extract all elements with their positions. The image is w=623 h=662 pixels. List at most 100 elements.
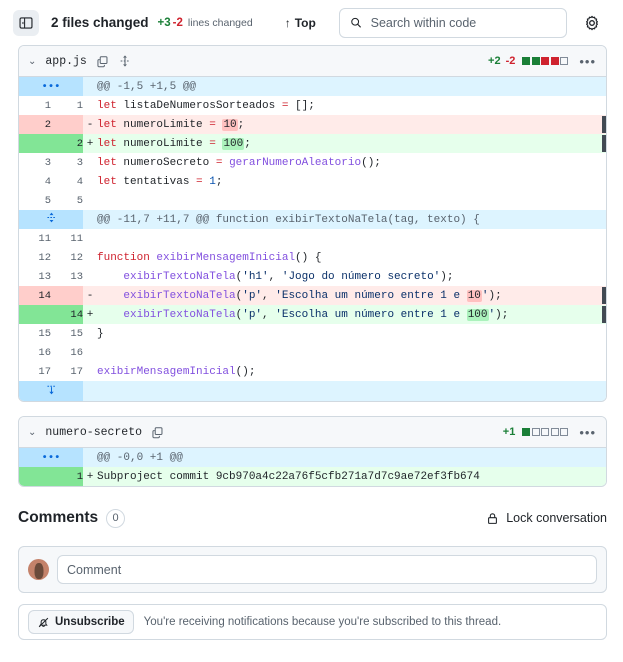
code-token: 'p' [242,289,263,302]
code-token: gerarNumeroAleatorio [229,156,362,169]
code-token: ); [440,270,454,283]
top-label: Top [294,15,316,30]
word-diff-removed: 10 [466,289,482,302]
notification-bar: Unsubscribe You're receiving notificatio… [18,604,607,640]
code-token: exibirMensagemInicial [97,365,236,378]
back-to-top-link[interactable]: ↑ Top [285,16,316,30]
diff-line-row[interactable]: 3 3 let numeroSecreto = gerarNumeroAleator… [19,153,606,172]
expand-down-body [83,381,606,401]
code-token: tentativas [116,175,197,188]
sidebar-toggle-button[interactable] [13,9,39,36]
comment-input[interactable] [57,555,597,584]
expand-down-button[interactable] [19,381,83,401]
code-token: , [268,270,282,283]
top-toolbar: 2 files changed +3 -2 lines changed ↑ To… [0,0,623,45]
line-number-old: 15 [19,324,51,343]
diff-line-row[interactable]: 1 1 let listaDeNumerosSorteados = []; [19,96,606,115]
code-token: let [97,175,117,188]
hunk-expand-button[interactable]: ••• [19,77,83,96]
hunk-header-text: @@ -11,7 +11,7 @@ function exibirTextoNa… [97,210,606,229]
diff-line-row[interactable]: 2 - let numeroLimite = 10; [19,115,606,134]
diff-line-row[interactable]: 11 11 [19,229,606,248]
collapse-chevron-icon[interactable]: ⌄ [28,56,36,67]
code-cell [97,191,606,210]
settings-button[interactable] [581,12,603,34]
code-token: numeroSecreto [116,156,216,169]
line-number-new: 2 [51,134,83,153]
diff-stat-square [522,428,531,436]
line-number-new: 16 [51,343,83,362]
comment-composer [18,546,607,593]
diff-line-row[interactable]: 4 4 let tentativas = 1; [19,172,606,191]
diff-line-row[interactable]: 14 + exibirTextoNaTela('p', 'Escolha um n… [19,305,606,324]
code-cell: let numeroSecreto = gerarNumeroAleatorio… [97,153,606,172]
diff-sign [83,172,97,191]
file-stats: +2 -2 ••• [488,54,596,69]
file-menu-button[interactable]: ••• [579,54,596,69]
expand-down-row[interactable] [19,381,606,401]
line-number-old: 12 [19,248,51,267]
gear-icon [585,15,598,30]
hunk-sign [83,448,97,467]
diff-stat-square [541,57,550,65]
unsubscribe-button[interactable]: Unsubscribe [28,610,134,634]
hunk-expand-button[interactable] [19,210,83,229]
file-menu-button[interactable]: ••• [579,425,596,440]
lock-conversation-button[interactable]: Lock conversation [486,511,607,525]
file-name: numero-secreto [45,425,143,439]
copy-path-button[interactable] [151,426,164,439]
word-diff-added: 100 [466,308,489,321]
line-number-old [19,305,51,324]
diff-sign [83,343,97,362]
search-box[interactable] [338,7,567,38]
line-number-old [19,134,51,153]
diff-line-row[interactable]: 13 13 exibirTextoNaTela('h1', 'Jogo do nú… [19,267,606,286]
diff-table: ••• @@ -0,0 +1 @@ 1 + Subproject commit 9cb9… [19,448,606,486]
code-token: []; [288,99,315,112]
line-number-old: 11 [19,229,51,248]
diff-line-row[interactable]: 1 + Subproject commit 9cb970a4c22a76f5cfb2… [19,467,606,486]
file-additions: +2 [488,55,501,67]
copy-icon [152,426,163,438]
code-token: } [97,327,104,340]
add-comment-marker[interactable] [602,135,606,152]
line-number-new: 5 [51,191,83,210]
diff-line-row[interactable]: 55 [19,191,606,210]
diff-sign [83,324,97,343]
expand-all-button[interactable] [118,54,132,68]
diff-line-row[interactable]: 14 - exibirTextoNaTela('p', 'Escolha um n… [19,286,606,305]
diff-body: ••• @@ -0,0 +1 @@ 1 + Subproject commit 9cb9… [19,448,606,486]
diff-line-row[interactable]: 12 12 function exibirMensagemInicial() { [19,248,606,267]
diff-line-row[interactable]: 2 + let numeroLimite = 100; [19,134,606,153]
collapse-chevron-icon[interactable]: ⌄ [28,427,36,438]
comments-header: Comments 0 Lock conversation [18,501,607,535]
code-token: ' [481,289,489,302]
diff-sign: + [83,305,97,324]
diff-sign [83,362,97,381]
hunk-expand-button[interactable]: ••• [19,448,83,467]
copy-path-button[interactable] [96,55,109,68]
file-card-app-js: ⌄ app.js +2 -2 ••• ••• @@ -1,5 +1,5 @@ 1 1 l… [18,45,607,402]
code-token: Subproject commit 9cb970a4c22a76f5cfb271… [97,470,480,483]
line-number-new: 14 [51,305,83,324]
line-number-new: 12 [51,248,83,267]
arrow-up-icon: ↑ [284,15,291,30]
add-comment-marker[interactable] [602,287,606,304]
diff-sign: + [83,134,97,153]
add-comment-marker[interactable] [602,116,606,133]
diff-line-row[interactable]: 16 16 [19,343,606,362]
code-cell [97,343,606,362]
file-header: ⌄ app.js +2 -2 ••• [19,46,606,77]
diff-line-row[interactable]: 15 15} [19,324,606,343]
add-comment-marker[interactable] [602,306,606,323]
code-token: let [97,118,117,131]
word-diff-removed: 10 [222,118,238,131]
search-input[interactable] [368,14,556,31]
diff-line-row[interactable]: 17 17 exibirMensagemInicial(); [19,362,606,381]
line-number-new: 13 [51,267,83,286]
search-icon [351,17,361,28]
hunk-sign [83,77,97,96]
code-cell: exibirTextoNaTela('p', 'Escolha um númer… [97,286,606,305]
